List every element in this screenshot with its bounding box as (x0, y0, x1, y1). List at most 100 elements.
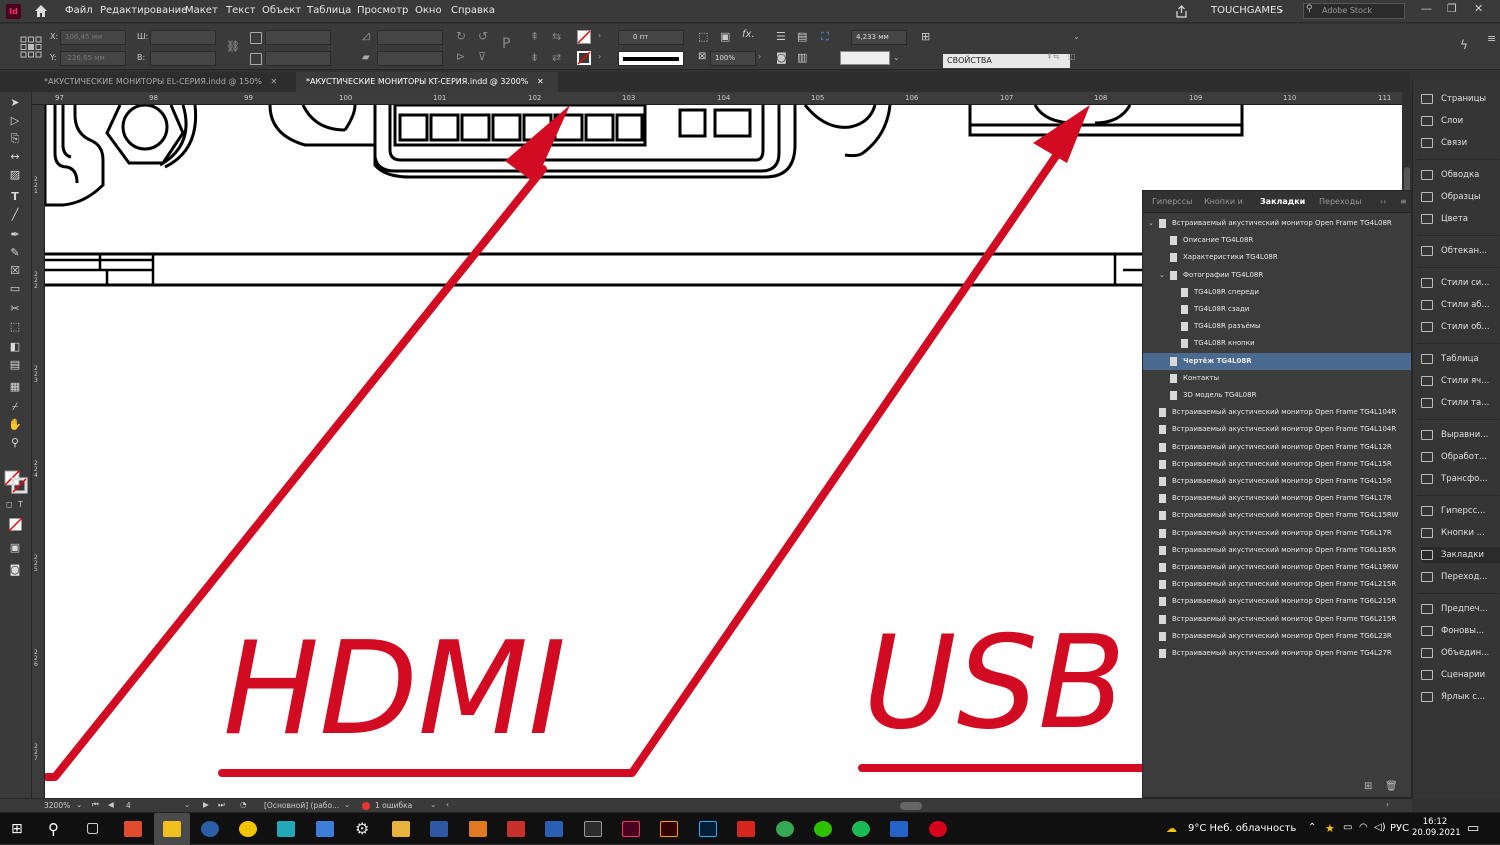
select-container-icon[interactable]: ⇞ (530, 30, 539, 43)
panel-swatches[interactable]: Образцы (1421, 189, 1500, 205)
rectangle-frame-tool-icon[interactable]: ☒ (8, 265, 22, 277)
bookmark-item[interactable]: Встраиваемый акустический монитор Open F… (1143, 593, 1411, 610)
gradient-feather-tool-icon[interactable]: ▤ (8, 359, 22, 371)
align-icon[interactable]: ◙ (776, 51, 787, 64)
chevron-left-icon[interactable]: ‹ (446, 800, 449, 809)
chevron-right-icon[interactable]: › (598, 31, 601, 40)
note-tool-icon[interactable]: ▦ (8, 381, 22, 393)
windows-start-icon[interactable]: ⊞ (11, 821, 23, 837)
gap-field[interactable]: 4,233 мм (851, 30, 907, 45)
panel-data-merge[interactable]: Объедин... (1421, 645, 1500, 661)
panel-cell-styles[interactable]: Стили яч... (1421, 373, 1500, 389)
reference-point-icon[interactable] (20, 36, 42, 58)
star-icon[interactable]: ★ (1325, 822, 1335, 835)
panel-stroke[interactable]: Обводка (1421, 167, 1500, 183)
select-next-icon[interactable]: ⇄ (552, 51, 561, 64)
bookmark-item[interactable]: TG4L08R спереди (1143, 284, 1411, 301)
bookmark-item[interactable]: TG4L08R разъёмы (1143, 318, 1411, 335)
preflight-errors[interactable]: 1 ошибка (375, 801, 412, 810)
width-field[interactable] (150, 30, 216, 45)
chrome-icon[interactable] (776, 821, 794, 837)
master-status[interactable]: [Основной] (рабо... (264, 801, 339, 810)
chevron-down-icon[interactable]: ⌄ (1148, 215, 1154, 232)
open-page-icon[interactable]: ◔ (240, 800, 247, 809)
bookmark-item[interactable]: Встраиваемый акустический монитор Open F… (1143, 576, 1411, 593)
bookmark-item[interactable]: Встраиваемый акустический монитор Open F… (1143, 645, 1411, 662)
rotation-field[interactable] (377, 30, 443, 45)
bookmark-item[interactable]: Встраиваемый акустический монитор Open F… (1143, 439, 1411, 456)
bridge-icon[interactable] (584, 821, 602, 837)
panel-object-styles[interactable]: Стили об... (1421, 319, 1500, 335)
panel-character-styles[interactable]: Стили си... (1421, 275, 1500, 291)
bookmark-item[interactable]: ⌄ Фотографии TG4L08R (1143, 267, 1411, 284)
lightning-icon[interactable]: ϟ (1460, 38, 1468, 52)
x-field[interactable]: 106,45 мм (60, 30, 126, 45)
pen-tool-icon[interactable]: ✒ (8, 229, 22, 241)
share-icon[interactable] (1174, 4, 1189, 19)
bookmark-item[interactable]: Встраиваемый акустический монитор Open F… (1143, 404, 1411, 421)
menu-edit[interactable]: Редактирование (100, 5, 187, 16)
horizontal-ruler[interactable]: 97 98 99 100 101 102 103 104 105 106 107… (32, 92, 1402, 105)
last-page-icon[interactable]: ⏭ (218, 800, 225, 810)
content-fit-icon[interactable]: ▣ (720, 30, 730, 43)
tab-bookmarks[interactable]: Закладки (1260, 197, 1305, 206)
panel-pathfinder[interactable]: Обработ... (1421, 449, 1500, 465)
restore-icon[interactable]: ❐ (1447, 2, 1457, 15)
stock-search-input[interactable]: Adobe Stock (1303, 3, 1405, 19)
container-format-icon[interactable]: ◻ (6, 500, 13, 509)
panel-layers[interactable]: Слои (1421, 113, 1500, 129)
bookmark-item[interactable]: ⌄ Встраиваемый акустический монитор Open … (1143, 215, 1411, 232)
chevron-down-icon[interactable]: ⌄ (893, 53, 900, 62)
menu-help[interactable]: Справка (451, 5, 495, 16)
clear-overrides-icon[interactable]: ⇞⇆ (1046, 52, 1059, 61)
settings-icon[interactable]: ⚙ (355, 819, 369, 838)
text-wrap-bbox-icon[interactable]: ▤ (797, 30, 807, 43)
tab-kt-series[interactable]: *АКУСТИЧЕСКИЕ МОНИТОРЫ KT-СЕРИЯ.indd @ 3… (296, 72, 558, 92)
distribute-icon[interactable]: ▥ (797, 51, 807, 64)
app-icon[interactable] (430, 821, 448, 837)
menu-object[interactable]: Объект (262, 5, 301, 16)
chevron-right-icon[interactable]: › (758, 52, 761, 61)
panel-menu-icon[interactable]: ≡ (1487, 32, 1496, 45)
hand-tool-icon[interactable]: ✋ (8, 419, 22, 431)
eyedropper-tool-icon[interactable]: ⌿ (8, 401, 22, 413)
panel-hyperlinks[interactable]: Гиперсс... (1421, 503, 1500, 519)
panel-color[interactable]: Цвета (1421, 211, 1500, 227)
panel-menu-icon[interactable]: ≡ (1400, 197, 1407, 206)
chevron-down-icon[interactable]: ⌄ (1278, 5, 1285, 14)
prev-page-icon[interactable]: ◀ (108, 800, 114, 809)
menu-file[interactable]: Файл (65, 5, 93, 16)
chevron-down-icon[interactable]: ⌄ (76, 800, 82, 809)
bookmark-item[interactable]: Встраиваемый акустический монитор Open F… (1143, 473, 1411, 490)
stroke-type-select[interactable] (618, 51, 684, 66)
opacity-field[interactable]: 100% (710, 51, 756, 66)
select-content-icon[interactable]: ⇟ (530, 51, 539, 64)
wechat-icon[interactable] (814, 821, 832, 837)
shear-field[interactable] (377, 51, 443, 66)
search-icon[interactable]: ⚲ (48, 820, 59, 838)
minimize-icon[interactable]: — (1421, 2, 1432, 15)
frame-fit-icon[interactable]: ⬚ (698, 30, 708, 43)
gradient-tool-icon[interactable]: ◧ (8, 341, 22, 353)
select-previous-icon[interactable]: ⇆ (552, 30, 561, 43)
stroke-weight-field[interactable]: 0 пт (618, 30, 684, 45)
photoshop-icon[interactable] (699, 821, 717, 837)
text-wrap-icon[interactable]: ☰ (776, 30, 786, 43)
panel-align[interactable]: Выравни... (1421, 427, 1500, 443)
weather-widget[interactable]: 9°C Неб. облачность (1188, 823, 1296, 834)
tab-hyperlinks[interactable]: Гиперссы (1152, 197, 1192, 206)
panel-paragraph-styles[interactable]: Стили аб... (1421, 297, 1500, 313)
panel-background-tasks[interactable]: Фоновы... (1421, 623, 1500, 639)
swatch-preview[interactable] (840, 51, 890, 65)
menu-table[interactable]: Таблица (307, 5, 351, 16)
bookmark-item[interactable]: Встраиваемый акустический монитор Open F… (1143, 559, 1411, 576)
page-tool-icon[interactable]: ⎘ (8, 133, 22, 145)
scale-y-field[interactable] (265, 51, 331, 66)
auto-fit-icon[interactable]: ⛶ (821, 30, 829, 44)
bookmark-item[interactable]: Встраиваемый акустический монитор Open F… (1143, 490, 1411, 507)
mail-icon[interactable] (316, 821, 334, 837)
effects-fx-icon[interactable]: fx. (742, 29, 755, 40)
chevron-down-icon[interactable]: ⌄ (184, 800, 190, 809)
bookmark-item[interactable]: TG4L08R кнопки (1143, 335, 1411, 352)
free-transform-tool-icon[interactable]: ⬚ (8, 321, 22, 333)
